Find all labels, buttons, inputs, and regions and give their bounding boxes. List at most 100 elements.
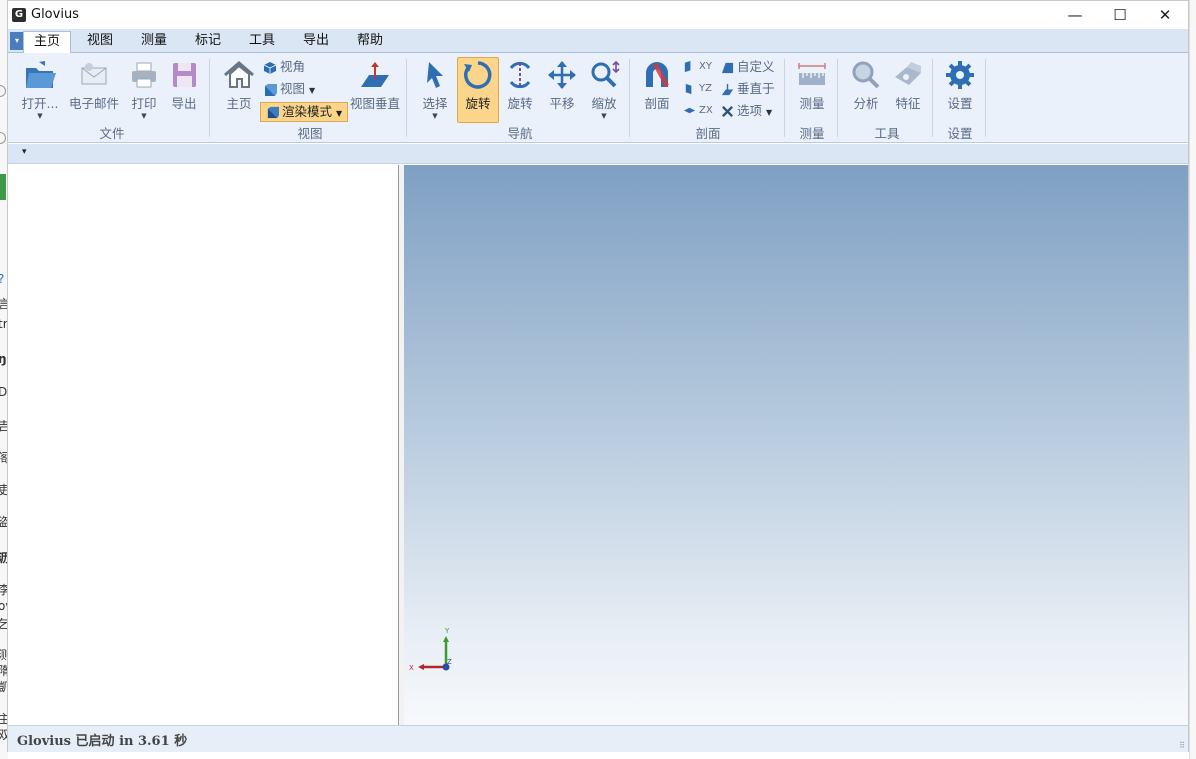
email-label: 电子邮件	[68, 96, 119, 111]
group-label-navigation: 导航	[507, 126, 533, 141]
pan-button[interactable]: 平移	[542, 59, 582, 112]
analysis-button[interactable]: 分析	[846, 59, 886, 112]
customize-toolbar-dropdown[interactable]: ▾	[22, 147, 27, 157]
tab-help[interactable]: 帮助	[347, 31, 393, 53]
chevron-down-icon: ▼	[432, 112, 438, 120]
magnifier-zoom-icon	[591, 60, 620, 88]
section-perpendicular-button[interactable]: 垂直于	[721, 79, 775, 99]
3d-viewport[interactable]: Y X Z	[404, 165, 1188, 725]
ribbon: 打开... ▼ 电子邮件 打印 ▼ 导出 文件 主页 视角 视图 ▼ 渲染模式 …	[8, 53, 1188, 143]
quick-access-dropdown[interactable]: ▾	[10, 32, 24, 50]
view-angle-label: 视角	[280, 59, 306, 74]
view-perpendicular-label: 视图垂直	[349, 96, 400, 111]
tab-measure[interactable]: 测量	[131, 31, 177, 53]
quick-toolbar: ▾	[8, 144, 1188, 164]
export-button[interactable]: 导出	[166, 59, 202, 112]
model-tree-panel[interactable]	[8, 165, 398, 725]
select-button[interactable]: 选择 ▼	[415, 59, 455, 120]
group-separator	[406, 59, 407, 137]
ruler-icon	[798, 63, 826, 85]
y-axis-arrow	[443, 636, 449, 642]
y-axis-label: Y	[444, 627, 450, 635]
group-separator	[784, 59, 785, 137]
feature-button[interactable]: 特征	[888, 59, 928, 112]
analysis-label: 分析	[853, 96, 879, 111]
home-icon	[224, 61, 254, 88]
section-options-dropdown[interactable]: 选项 ▼	[721, 101, 772, 121]
group-label-settings: 设置	[947, 126, 973, 141]
background-text: ŋ	[0, 352, 7, 366]
measure-button[interactable]: 测量	[791, 59, 833, 112]
glovius-window: G Glovius — ☐ ✕ ▾ 主页 视图 测量 标记 工具 导出 帮助 打…	[7, 0, 1189, 752]
tab-view[interactable]: 视图	[77, 31, 123, 53]
rotate-active-label: 旋转	[465, 96, 491, 111]
view-angle-button[interactable]: 视角	[263, 57, 305, 77]
perpendicular-plane-icon	[361, 62, 389, 87]
status-bar: Glovius 已启动 in 3.61 秒 ⠿	[8, 725, 1188, 752]
custom-label: 自定义	[737, 59, 775, 74]
resize-grip-icon[interactable]: ⠿	[1179, 741, 1185, 750]
section-cut-icon	[646, 62, 669, 87]
status-app-name: Glovius	[17, 734, 71, 749]
zx-label: ZX	[699, 105, 713, 116]
open-folder-icon	[26, 61, 56, 88]
section-xy-button[interactable]: XY	[683, 57, 712, 77]
app-logo-icon[interactable]: G	[12, 8, 26, 22]
cube-icon	[263, 61, 277, 74]
plane-yz-icon	[685, 83, 692, 94]
open-button[interactable]: 打开... ▼	[20, 59, 60, 120]
zoom-button[interactable]: 缩放 ▼	[584, 59, 624, 120]
status-unit: 秒	[174, 734, 188, 749]
status-started: 已启动	[75, 734, 115, 749]
printer-icon	[132, 62, 156, 88]
background-green-bar	[0, 174, 6, 200]
maximize-button[interactable]: ☐	[1097, 1, 1143, 29]
view-dropdown[interactable]: 视图 ▼	[263, 79, 315, 99]
custom-plane-icon	[721, 62, 734, 74]
save-disk-icon	[173, 63, 196, 87]
zoom-label: 缩放	[591, 96, 617, 111]
tab-tools[interactable]: 工具	[239, 31, 285, 53]
axis-triad: Y X Z	[409, 627, 452, 672]
section-label: 剖面	[644, 96, 670, 111]
tab-markup[interactable]: 标记	[185, 31, 231, 53]
group-label-view: 视图	[297, 126, 323, 141]
render-mode-dropdown[interactable]: 渲染模式 ▼	[260, 102, 348, 122]
background-icon: ?	[0, 272, 4, 286]
group-label-section: 剖面	[695, 126, 721, 141]
render-mode-label: 渲染模式	[282, 104, 333, 119]
chevron-down-icon: ▼	[141, 112, 147, 120]
pan-arrows-icon	[548, 61, 576, 89]
section-button[interactable]: 剖面	[637, 59, 677, 112]
rotate-active-content[interactable]: 旋转	[458, 59, 498, 112]
rotate-axis-icon	[509, 61, 531, 89]
x-axis-label: X	[409, 664, 414, 672]
title-bar: G Glovius — ☐ ✕	[8, 1, 1188, 29]
view-perpendicular-button[interactable]: 视图垂直	[348, 59, 402, 112]
home-view-button[interactable]: 主页	[218, 59, 260, 112]
settings-button[interactable]: 设置	[940, 59, 980, 112]
section-custom-button[interactable]: 自定义	[721, 57, 775, 77]
rotate-button[interactable]: 旋转	[500, 59, 540, 112]
email-button[interactable]: 电子邮件	[64, 59, 124, 112]
group-label-tools: 工具	[874, 126, 900, 141]
feature-part-icon	[895, 62, 921, 85]
perpendicular-icon	[721, 83, 734, 96]
tab-home[interactable]: 主页	[23, 31, 72, 54]
analysis-magnifier-icon	[852, 61, 880, 89]
open-label: 打开...	[21, 96, 59, 111]
perpendicular-label: 垂直于	[737, 81, 775, 96]
group-label-file: 文件	[99, 126, 125, 141]
tab-export[interactable]: 导出	[293, 31, 339, 53]
chevron-down-icon: ▼	[309, 86, 316, 95]
print-button[interactable]: 打印 ▼	[126, 59, 162, 120]
cursor-arrow-icon	[427, 62, 443, 88]
email-icon	[81, 63, 107, 85]
gear-icon	[946, 61, 974, 89]
background-radio	[0, 85, 6, 97]
close-button[interactable]: ✕	[1142, 1, 1188, 29]
minimize-button[interactable]: —	[1052, 1, 1098, 29]
section-yz-button[interactable]: YZ	[683, 79, 712, 99]
background-window-right	[1189, 0, 1196, 759]
section-zx-button[interactable]: ZX	[683, 101, 713, 121]
